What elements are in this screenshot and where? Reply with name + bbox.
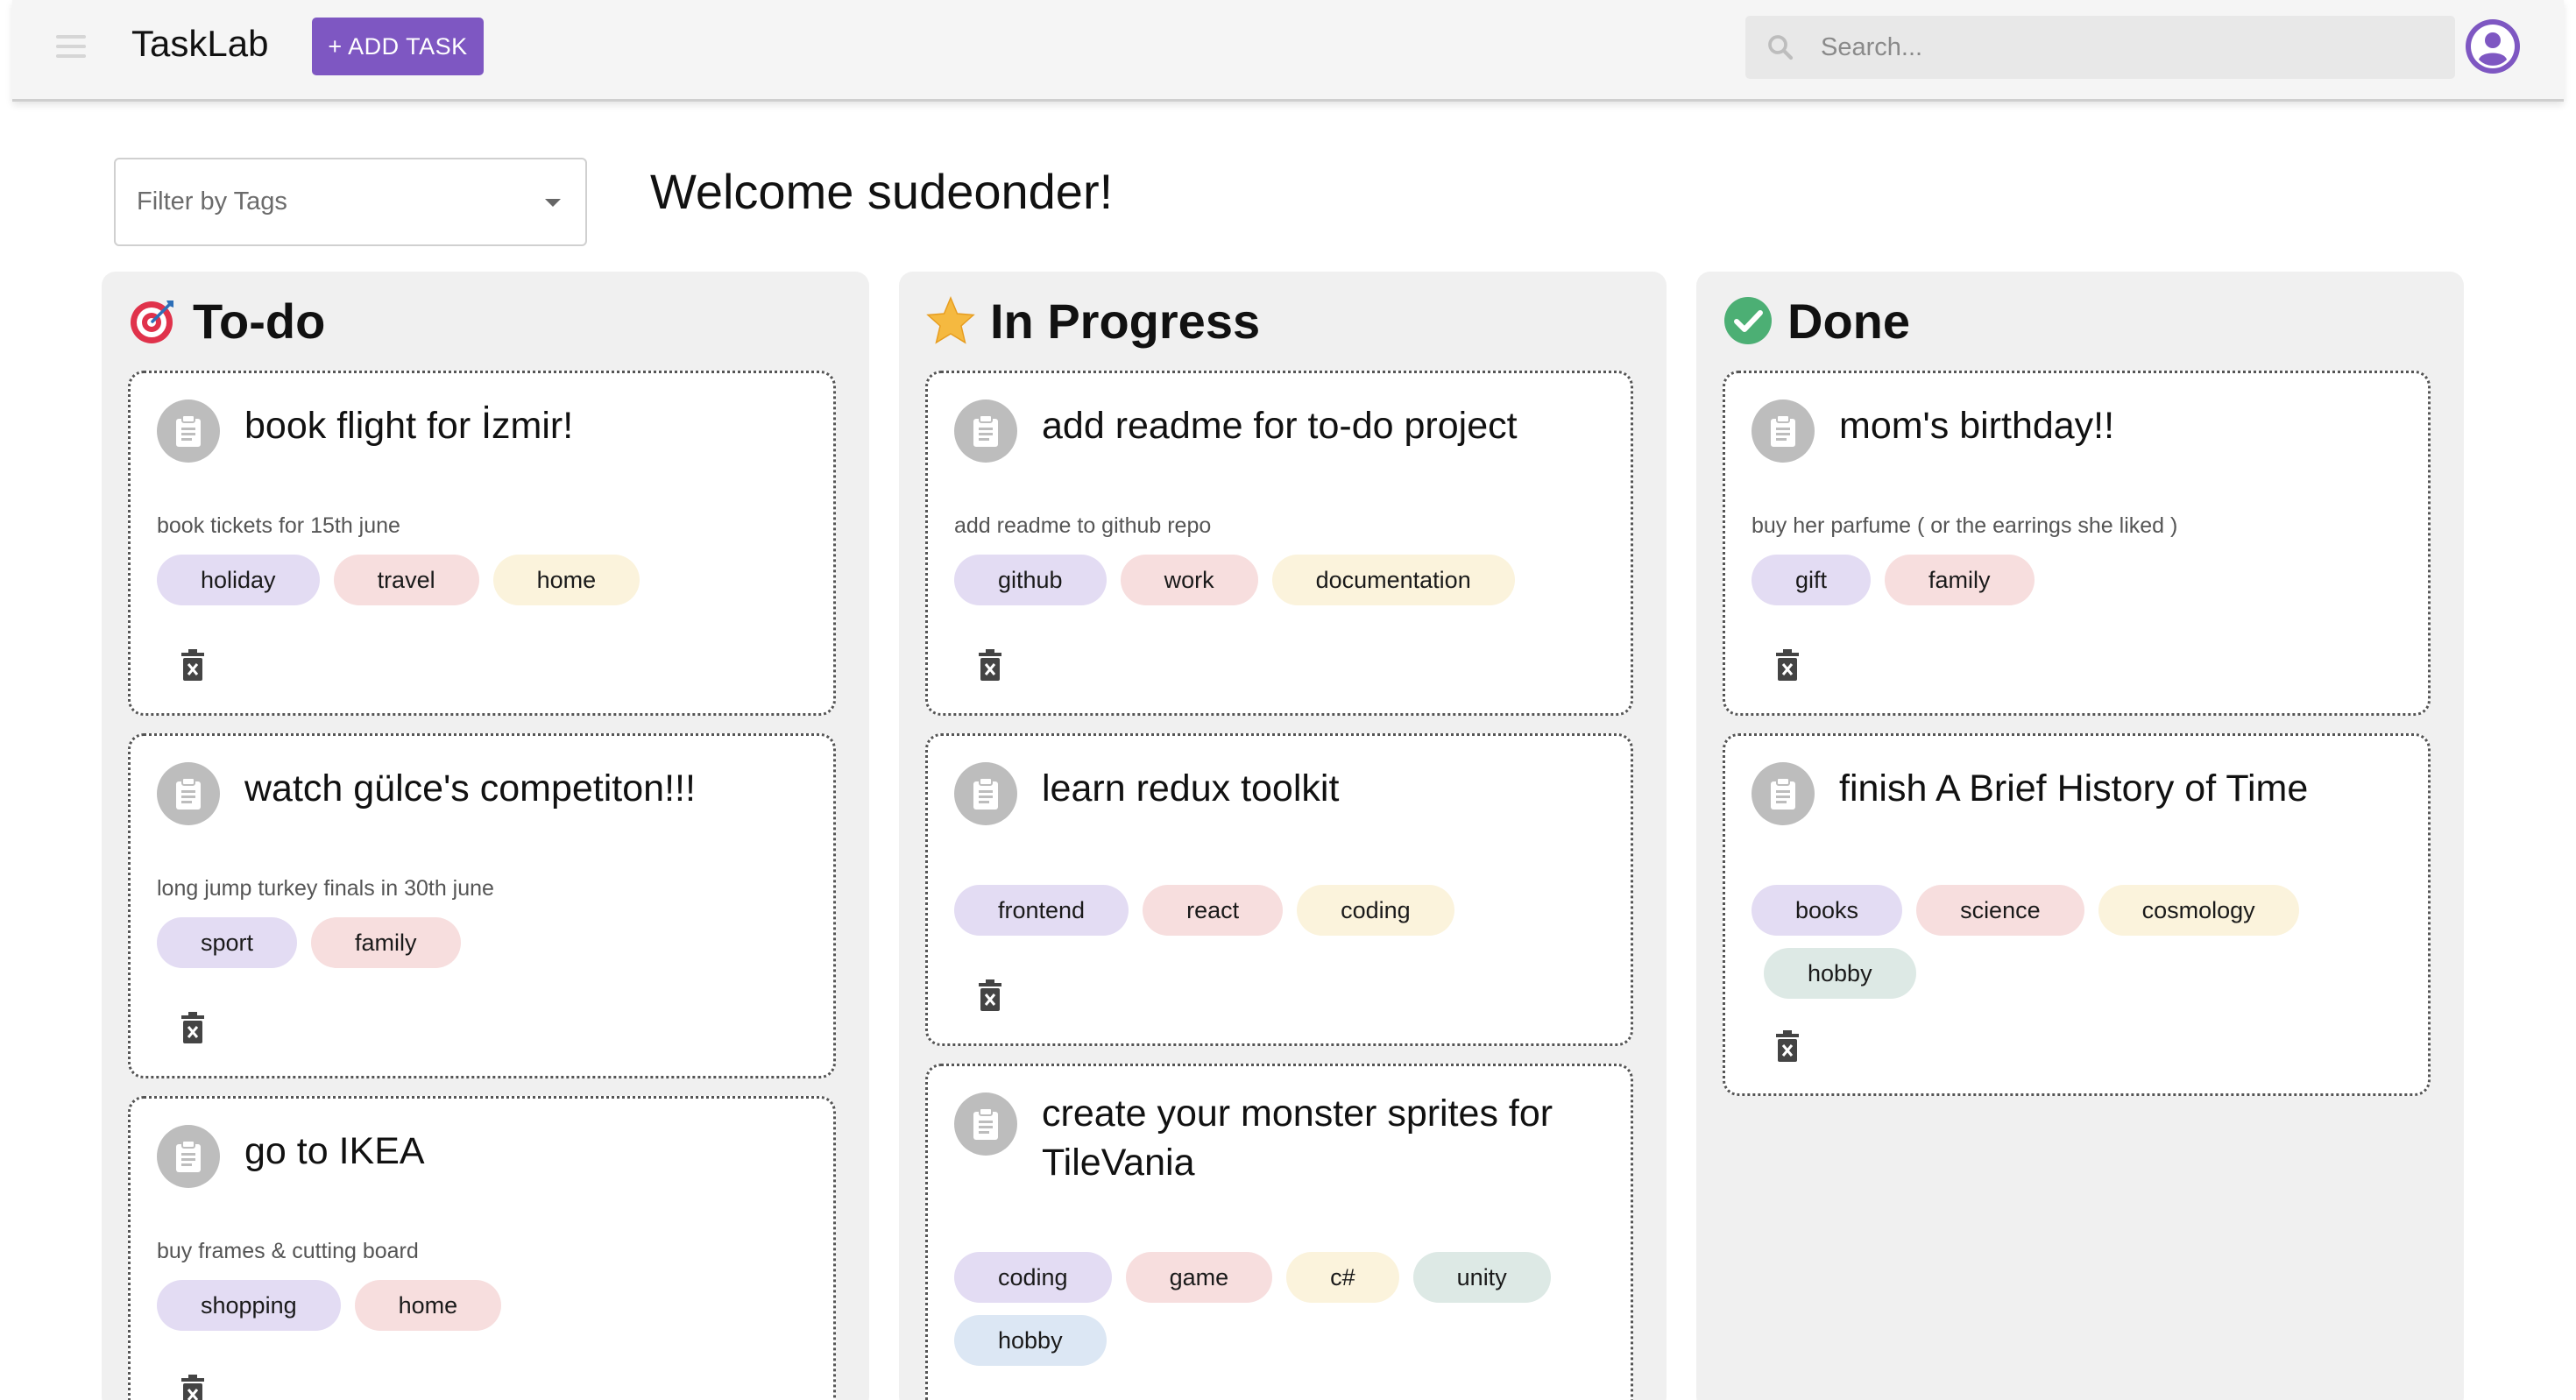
delete-icon[interactable] — [180, 649, 206, 681]
column-todo: To-do book flight for İzmir! book ticket… — [102, 272, 869, 1400]
welcome-heading: Welcome sudeonder! — [650, 164, 1114, 219]
task-title: learn redux toolkit — [1042, 767, 1340, 810]
app-title: TaskLab — [131, 23, 269, 64]
task-title: create your monster sprites for TileVani… — [1042, 1092, 1553, 1184]
task-title: book flight for İzmir! — [244, 405, 574, 447]
task-tags: frontend react coding — [954, 885, 1454, 936]
column-in-progress: In Progress add readme for to-do project… — [899, 272, 1667, 1400]
task-card[interactable]: go to IKEA buy frames & cutting board sh… — [128, 1096, 836, 1400]
task-description: long jump turkey finals in 30th june — [157, 876, 494, 901]
column-header: Done — [1723, 291, 1910, 350]
task-title: add readme for to-do project — [1042, 405, 1518, 447]
task-card[interactable]: learn redux toolkit frontend react codin… — [925, 733, 1633, 1046]
tag-chip[interactable]: science — [1916, 885, 2084, 936]
delete-icon[interactable] — [977, 979, 1003, 1011]
task-title: go to IKEA — [244, 1130, 425, 1172]
column-title: Done — [1787, 293, 1910, 349]
tag-chip[interactable]: cosmology — [2098, 885, 2299, 936]
tag-chip[interactable]: family — [1885, 555, 2035, 605]
delete-icon[interactable] — [1774, 649, 1801, 681]
tag-chip[interactable]: gift — [1752, 555, 1872, 605]
tag-chip[interactable]: hobby — [1764, 948, 1916, 999]
task-title: watch gülce's competiton!!! — [244, 767, 696, 810]
clipboard-icon — [157, 399, 220, 463]
tag-chip[interactable]: work — [1120, 555, 1258, 605]
tag-chip[interactable]: books — [1752, 885, 1903, 936]
tag-chip[interactable]: coding — [1297, 885, 1454, 936]
search-icon — [1768, 35, 1794, 60]
tag-chip[interactable]: holiday — [157, 555, 320, 605]
tag-chip[interactable]: unity — [1412, 1252, 1551, 1303]
task-card[interactable]: finish A Brief History of Time books sci… — [1723, 733, 2431, 1096]
star-icon — [926, 296, 975, 344]
tag-chip[interactable]: sport — [157, 917, 298, 968]
column-header: In Progress — [925, 291, 1260, 350]
tag-chip[interactable]: home — [354, 1280, 502, 1331]
task-tags: github work documentation — [954, 555, 1515, 605]
column-title: To-do — [193, 293, 326, 349]
menu-icon[interactable] — [56, 35, 86, 60]
clipboard-icon — [1752, 399, 1815, 463]
tag-chip[interactable]: hobby — [954, 1315, 1107, 1366]
clipboard-icon — [954, 1092, 1017, 1156]
task-tags: sport family — [157, 917, 461, 968]
task-tags: books science cosmology hobby — [1752, 885, 2365, 999]
task-card[interactable]: watch gülce's competiton!!! long jump tu… — [128, 733, 836, 1078]
tag-chip[interactable]: documentation — [1271, 555, 1515, 605]
search-input[interactable] — [1821, 16, 2434, 79]
search-box[interactable] — [1745, 16, 2455, 79]
tag-chip[interactable]: game — [1125, 1252, 1273, 1303]
chevron-down-icon — [545, 199, 561, 207]
task-description: buy her parfume ( or the earrings she li… — [1752, 513, 2178, 538]
clipboard-icon — [157, 1125, 220, 1188]
add-task-button[interactable]: + ADD TASK — [312, 18, 484, 75]
task-tags: holiday travel home — [157, 555, 640, 605]
task-tags: coding game c# unity hobby — [954, 1252, 1603, 1366]
tag-chip[interactable]: c# — [1286, 1252, 1399, 1303]
clipboard-icon — [157, 762, 220, 825]
clipboard-icon — [954, 762, 1017, 825]
target-icon — [131, 301, 173, 343]
check-circle-icon — [1724, 297, 1772, 344]
delete-icon[interactable] — [180, 1012, 206, 1043]
column-header: To-do — [128, 291, 325, 350]
task-card[interactable]: create your monster sprites for TileVani… — [925, 1064, 1633, 1400]
delete-icon[interactable] — [977, 649, 1003, 681]
delete-icon[interactable] — [180, 1375, 206, 1400]
clipboard-icon — [954, 399, 1017, 463]
task-card[interactable]: book flight for İzmir! book tickets for … — [128, 371, 836, 716]
task-title: finish A Brief History of Time — [1839, 767, 2309, 810]
task-description: buy frames & cutting board — [157, 1239, 419, 1263]
column-title: In Progress — [990, 293, 1261, 349]
tag-chip[interactable]: coding — [954, 1252, 1112, 1303]
tag-chip[interactable]: react — [1143, 885, 1284, 936]
clipboard-icon — [1752, 762, 1815, 825]
tag-chip[interactable]: frontend — [954, 885, 1129, 936]
tag-chip[interactable]: github — [954, 555, 1107, 605]
filter-label: Filter by Tags — [137, 187, 287, 216]
task-description: add readme to github repo — [954, 513, 1212, 538]
filter-by-tags-select[interactable]: Filter by Tags — [114, 158, 587, 246]
task-title: mom's birthday!! — [1839, 405, 2115, 447]
task-tags: gift family — [1752, 555, 2035, 605]
tag-chip[interactable]: travel — [333, 555, 479, 605]
task-description: book tickets for 15th june — [157, 513, 400, 538]
tag-chip[interactable]: home — [492, 555, 640, 605]
tag-chip[interactable]: shopping — [157, 1280, 341, 1331]
task-tags: shopping home — [157, 1280, 502, 1331]
task-card[interactable]: add readme for to-do project add readme … — [925, 371, 1633, 716]
app-bar: TaskLab + ADD TASK — [12, 0, 2564, 102]
delete-icon[interactable] — [1774, 1030, 1801, 1062]
tag-chip[interactable]: family — [311, 917, 461, 968]
task-card[interactable]: mom's birthday!! buy her parfume ( or th… — [1723, 371, 2431, 716]
column-done: Done mom's birthday!! buy her parfume ( … — [1696, 272, 2464, 1400]
account-avatar-icon[interactable] — [2466, 19, 2520, 74]
